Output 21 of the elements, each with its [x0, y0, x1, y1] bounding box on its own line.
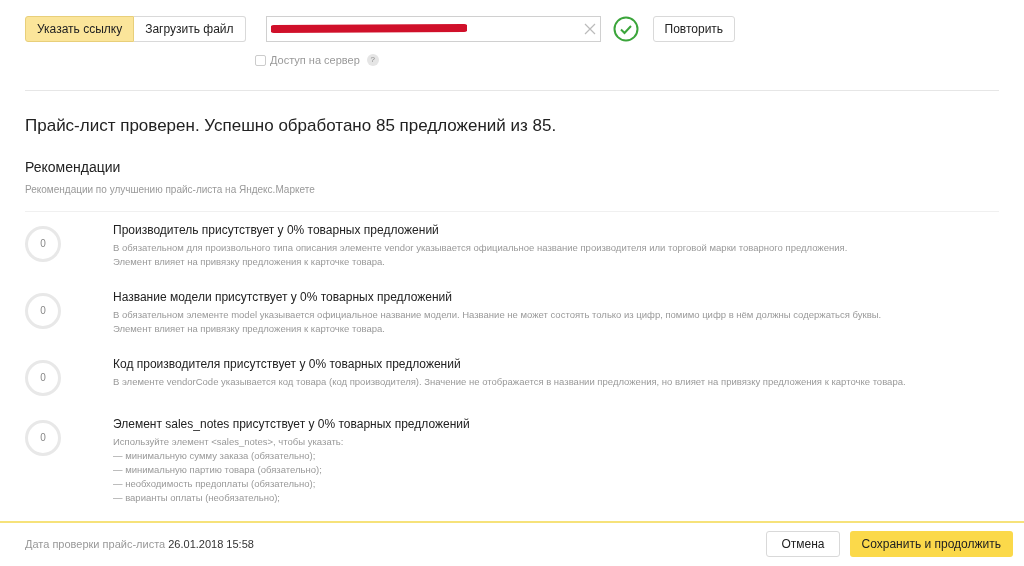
check-date: Дата проверки прайс-листа 26.01.2018 15:58 — [25, 536, 254, 552]
checkbox[interactable] — [255, 54, 266, 66]
recommendation-description: В обязательном для произвольного типа описания элементе vendor указывается официальное название производителя или торговой марки товарного предложения. Элемент влияет на привязку предложения к карточке товара. — [113, 240, 848, 269]
recommendation-title: Элемент sales_notes присутствует у 0% товарных предложений — [113, 415, 470, 432]
checkbox-label: Доступ на сервер — [270, 53, 360, 68]
recommendation-title: Код производителя присутствует у 0% товарных предложений — [113, 355, 462, 372]
recommendation-description: В обязательном элементе model указывается официальное название модели. Название не может состоять только из цифр, помимо цифр в нём должны содержаться буквы. Элемент влияет на привязку предложения к карточке товара. — [113, 307, 882, 336]
clear-icon[interactable] — [583, 23, 596, 35]
result-title: Прайс-лист проверен. Успешно обработано 85 предложений из 85. — [24, 114, 558, 137]
source-tab[interactable]: Указать ссылку — [25, 16, 135, 42]
cancel-button[interactable]: Отмена — [766, 531, 840, 557]
recommendation-title: Название модели присутствует у 0% товарных предложений — [113, 288, 453, 305]
recommendation-description: Используйте элемент <sales_notes>, чтобы указать: — минимальную сумму заказа (обязательно); — минимальную партию товара (обязательно); — необходимость предоплаты (обязательно); — варианты оплаты (необязательно); — [113, 434, 345, 505]
retry-button[interactable]: Повторить — [652, 16, 736, 42]
source-tab[interactable]: Загрузить файл — [134, 16, 246, 42]
recommendation-description: В элементе vendorCode указывается код товара (код производителя). Значение не отображается в названии предложения, но влияет на привязку предложения к карточке товара. — [113, 374, 906, 389]
section-title: Рекомендации — [24, 157, 122, 177]
section-subtitle: Рекомендации по улучшению прайс-листа на Яндекс.Маркете — [24, 182, 316, 197]
save-button[interactable]: Сохранить и продолжить — [849, 531, 1013, 557]
recommendation-title: Производитель присутствует у 0% товарных предложений — [113, 221, 440, 238]
url-field[interactable] — [265, 16, 601, 42]
